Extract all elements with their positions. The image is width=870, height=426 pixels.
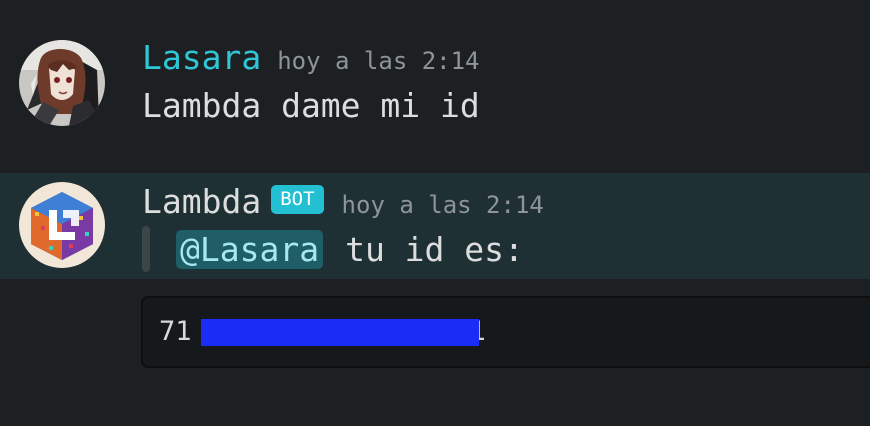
timestamp[interactable]: hoy a las 2:14 xyxy=(342,191,544,219)
timestamp[interactable]: hoy a las 2:14 xyxy=(277,47,479,75)
lambda-cube-logo-icon xyxy=(19,182,105,268)
username[interactable]: Lasara xyxy=(142,38,261,77)
user-mention[interactable]: @Lasara xyxy=(176,229,324,269)
code-block[interactable]: 711 xyxy=(141,296,870,368)
message-content: @Lasara tu id es: xyxy=(142,226,524,272)
reply-quote-bar xyxy=(142,226,150,272)
message-header: Lambda BOT hoy a las 2:14 xyxy=(142,182,544,221)
user-avatar-lambda[interactable] xyxy=(19,182,105,268)
redaction-bar xyxy=(201,319,479,346)
message-header: Lasara hoy a las 2:14 xyxy=(142,38,480,77)
message-lasara: Lasara hoy a las 2:14 Lambda dame mi id xyxy=(0,18,870,148)
bot-badge: BOT xyxy=(271,185,324,214)
username[interactable]: Lambda xyxy=(142,182,261,221)
message-lambda: Lambda BOT hoy a las 2:14 @Lasara tu id … xyxy=(0,173,870,279)
user-avatar-lasara[interactable] xyxy=(19,40,105,126)
code-text-start: 71 xyxy=(159,316,192,347)
anime-character-avatar-icon xyxy=(19,40,105,126)
message-text: tu id es: xyxy=(345,229,524,269)
message-content: Lambda dame mi id xyxy=(142,86,480,125)
